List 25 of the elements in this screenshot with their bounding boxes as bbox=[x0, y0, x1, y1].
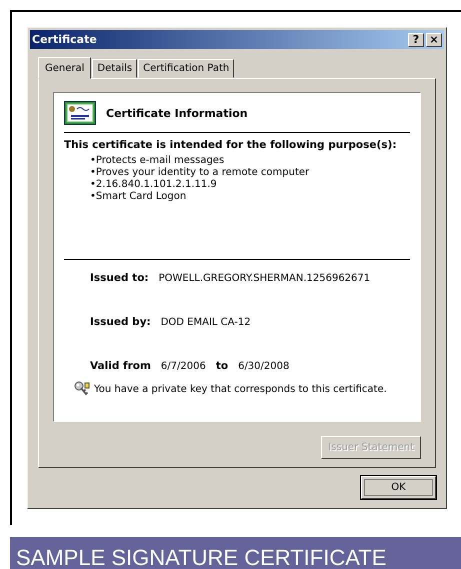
field-value: 6/7/2006 bbox=[160, 361, 206, 372]
purpose-title: This certificate is intended for the following purpose(s): bbox=[64, 139, 398, 151]
certificate-icon bbox=[64, 101, 96, 125]
field-label: to bbox=[216, 360, 228, 372]
purpose-item: •Protects e-mail messages bbox=[90, 155, 226, 166]
field-label: Issued by: bbox=[90, 316, 151, 328]
tab[interactable]: Details bbox=[92, 59, 138, 78]
close-button[interactable]: × bbox=[426, 32, 442, 46]
purpose-item: •2.16.840.1.101.2.1.11.9 bbox=[90, 179, 218, 190]
figure-caption: SAMPLE SIGNATURE CERTIFICATE bbox=[10, 537, 461, 569]
purpose-item: •Proves your identity to a remote computer bbox=[90, 167, 310, 178]
key-icon bbox=[74, 381, 90, 397]
tab[interactable]: General bbox=[38, 57, 92, 79]
field-label: Issued to: bbox=[90, 272, 149, 284]
field-value: POWELL.GREGORY.SHERMAN.1256962671 bbox=[158, 273, 370, 284]
field-value: 6/30/2008 bbox=[238, 361, 290, 372]
field-value: DOD EMAIL CA-12 bbox=[160, 317, 251, 328]
private-key-note: You have a private key that corresponds to this certificate. bbox=[94, 384, 387, 394]
help-button[interactable]: ? bbox=[408, 32, 424, 46]
section-heading: Certificate Information bbox=[106, 106, 248, 120]
field-label: Valid from bbox=[90, 360, 151, 372]
purpose-item: •Smart Card Logon bbox=[90, 191, 188, 202]
ok-button[interactable]: OK bbox=[361, 476, 436, 499]
tab[interactable]: Certification Path bbox=[138, 59, 234, 78]
window-title: Certificate bbox=[32, 33, 97, 46]
